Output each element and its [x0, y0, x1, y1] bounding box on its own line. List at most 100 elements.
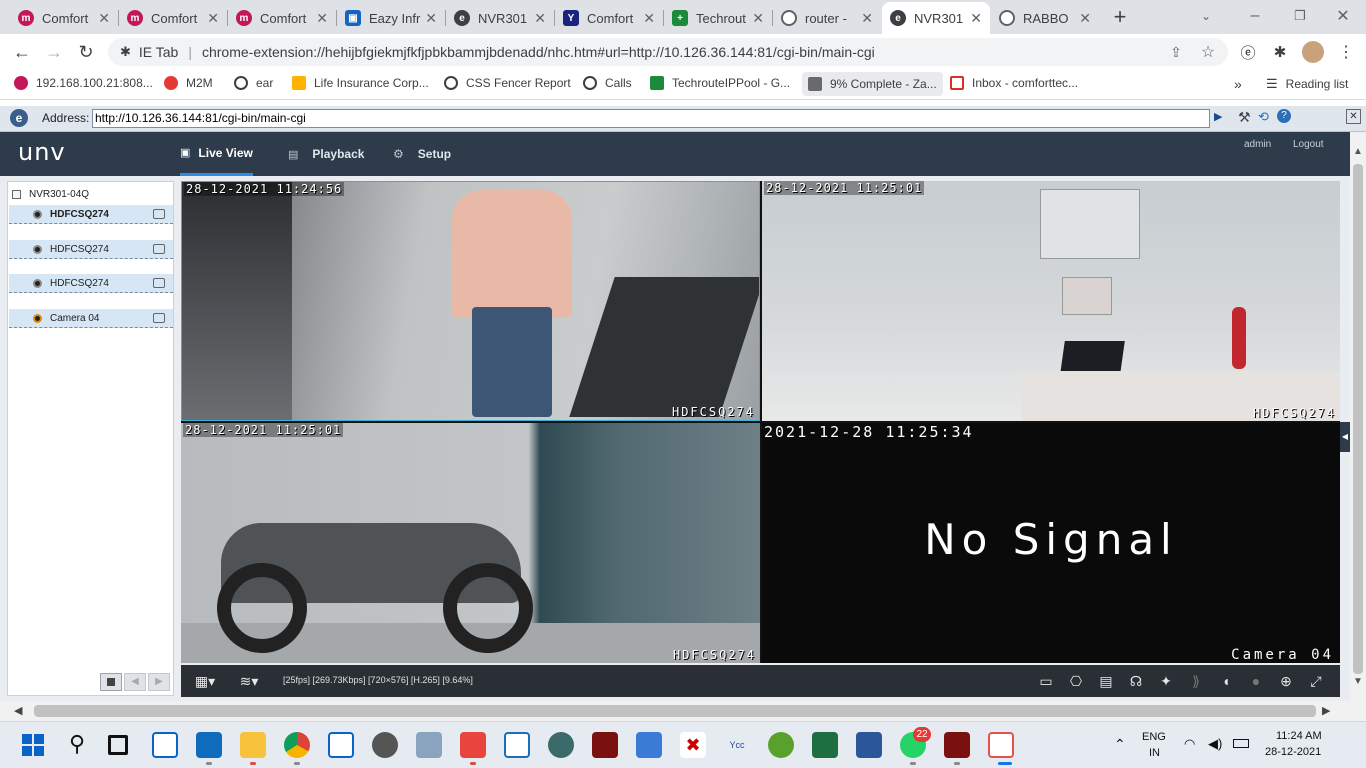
video-pane[interactable]: 28-12-2021 11:25:01 HDFCSQ274	[181, 423, 760, 663]
task-view-icon[interactable]	[108, 735, 128, 755]
browser-tab[interactable]: + Techrout ✕	[664, 2, 772, 34]
nav-live-view[interactable]: ▣ Live View	[180, 132, 253, 176]
clock-date[interactable]: 28-12-2021	[1265, 746, 1321, 758]
forward-arrow-icon[interactable]: →	[42, 40, 66, 64]
browser-tab[interactable]: ▣ Eazy Infr ✕	[337, 2, 445, 34]
extensions-puzzle-icon[interactable]: ✱	[1270, 42, 1290, 62]
extension-e-icon[interactable]: ⓔ	[1238, 42, 1258, 62]
scroll-up-arrow-icon[interactable]: ▲	[1353, 146, 1363, 157]
profile-avatar[interactable]	[1302, 41, 1324, 63]
microphone-icon[interactable]: ●	[1248, 673, 1264, 689]
close-ie-bar-icon[interactable]: ✕	[1346, 109, 1361, 124]
menu-kebab-icon[interactable]: ⋮	[1336, 42, 1356, 62]
record-icon[interactable]	[153, 278, 165, 288]
digital-zoom-icon[interactable]: ⟫	[1188, 673, 1204, 689]
logo-app-icon[interactable]: Ycc	[724, 732, 750, 758]
minimize-window-icon[interactable]: –	[1240, 4, 1270, 28]
next-page-arrow-icon[interactable]: ▶	[148, 673, 170, 691]
browser-tab[interactable]: router - ✕	[773, 2, 881, 34]
wifi-icon[interactable]: ◠	[1184, 736, 1195, 752]
fullscreen-icon[interactable]: ⤢	[1308, 673, 1324, 689]
headset-icon[interactable]: ☊	[1128, 673, 1144, 689]
scroll-thumb[interactable]	[34, 705, 1316, 717]
battery-icon[interactable]	[1233, 739, 1249, 748]
stop-all-button[interactable]	[100, 673, 122, 691]
calculator-icon[interactable]	[636, 732, 662, 758]
video-pane-no-signal[interactable]: 2021-12-28 11:25:34 No Signal Camera 04	[762, 423, 1340, 663]
snipping-tool-icon[interactable]	[988, 732, 1014, 758]
record-icon[interactable]	[153, 313, 165, 323]
show-hidden-icons-chevron-icon[interactable]: ⌃	[1114, 736, 1126, 753]
browser-tab[interactable]: m Comfort ✕	[119, 2, 227, 34]
excel-icon[interactable]	[812, 732, 838, 758]
notepad-icon[interactable]	[856, 732, 882, 758]
omnibox[interactable]: ✱ IE Tab | chrome-extension://hehijbfgie…	[108, 38, 1228, 66]
close-tab-icon[interactable]: ✕	[861, 10, 873, 27]
close-window-icon[interactable]: ✕	[1328, 4, 1358, 28]
close-tab-icon[interactable]: ✕	[98, 10, 110, 27]
camera-item[interactable]: HDFCSQ274	[9, 205, 173, 224]
bookmark-item[interactable]: Inbox - comforttec...	[950, 76, 1078, 90]
tab-search-chevron-icon[interactable]: ⌄	[1196, 6, 1216, 26]
bookmark-item[interactable]: Life Insurance Corp...	[292, 76, 429, 90]
record-icon[interactable]	[153, 244, 165, 254]
close-tab-icon[interactable]: ✕	[207, 10, 219, 27]
bookmark-item[interactable]: M2M	[164, 76, 213, 90]
close-tab-icon[interactable]: ✕	[643, 10, 655, 27]
file-explorer-icon[interactable]	[240, 732, 266, 758]
browser-tab[interactable]: RABBO ✕	[991, 2, 1099, 34]
camera-snapshot-icon[interactable]: ⎔	[1068, 673, 1084, 689]
scroll-left-arrow-icon[interactable]: ◀	[14, 704, 22, 717]
chrome-icon[interactable]	[284, 732, 310, 758]
more-bookmarks-chevron-icon[interactable]: »	[1234, 76, 1242, 92]
android-app-icon[interactable]	[768, 732, 794, 758]
close-tab-icon[interactable]: ✕	[425, 10, 437, 27]
search-icon[interactable]: ⚲	[64, 732, 90, 758]
vertical-scrollbar[interactable]: ▲ ▼	[1350, 132, 1366, 701]
anydesk-icon[interactable]	[460, 732, 486, 758]
speaker-icon[interactable]: ◀)	[1208, 736, 1222, 752]
options-icon[interactable]: ⟲	[1258, 109, 1269, 125]
close-tab-icon[interactable]: ✕	[316, 10, 328, 27]
dvr-app-icon[interactable]	[944, 732, 970, 758]
language-code[interactable]: ENG	[1142, 731, 1166, 743]
share-icon[interactable]: ⇪	[1166, 42, 1186, 62]
clock-time[interactable]: 11:24 AM	[1276, 730, 1322, 742]
start-windows-icon[interactable]	[20, 732, 46, 758]
browser-tab[interactable]: m Comfort ✕	[10, 2, 118, 34]
nav-playback[interactable]: ▤ Playback	[288, 132, 364, 176]
new-tab-plus-icon[interactable]: +	[1108, 4, 1132, 30]
scroll-down-arrow-icon[interactable]: ▼	[1353, 676, 1363, 687]
antivirus-icon[interactable]: ✖	[680, 732, 706, 758]
tools-icon[interactable]: ⚒	[1238, 109, 1251, 126]
camera-item[interactable]: HDFCSQ274	[9, 240, 173, 259]
app-window-icon[interactable]	[328, 732, 354, 758]
dvr-app-icon[interactable]	[592, 732, 618, 758]
scroll-thumb[interactable]	[1353, 164, 1363, 674]
horizontal-scrollbar[interactable]: ◀ ▶	[0, 701, 1366, 721]
close-tab-icon[interactable]: ✕	[534, 10, 546, 27]
close-tab-icon[interactable]: ✕	[1079, 10, 1091, 27]
remote-desktop-icon[interactable]	[504, 732, 530, 758]
language-region[interactable]: IN	[1149, 747, 1160, 759]
go-arrow-icon[interactable]: ▶	[1214, 110, 1222, 123]
volume-icon[interactable]: ◖	[1218, 673, 1234, 689]
video-pane[interactable]: 28-12-2021 11:25:01 HDFCSQ274	[762, 181, 1340, 421]
close-tab-icon[interactable]: ✕	[752, 10, 764, 27]
bookmark-item[interactable]: Calls	[583, 76, 632, 90]
bookmark-item[interactable]: 9% Complete - Za...	[802, 72, 943, 96]
restore-window-icon[interactable]: ❐	[1285, 4, 1315, 28]
ie-address-input[interactable]: http://10.126.36.144:81/cgi-bin/main-cgi	[92, 109, 1210, 128]
zoom-icon[interactable]: ⊕	[1278, 673, 1294, 689]
omnibox-url[interactable]: chrome-extension://hehijbfgiekmjfkfjpbkb…	[202, 44, 875, 60]
layout-grid-icon[interactable]: ▦▾	[191, 673, 219, 689]
snapshot-folder-icon[interactable]: ▭	[1038, 673, 1054, 689]
record-icon[interactable]	[153, 209, 165, 219]
collapse-panel-arrow-icon[interactable]: ◀	[1340, 422, 1350, 452]
close-tab-icon[interactable]: ✕	[970, 10, 982, 27]
scroll-right-arrow-icon[interactable]: ▶	[1322, 704, 1330, 717]
stream-type-icon[interactable]: ≋▾	[233, 673, 265, 689]
device-node[interactable]: NVR301-04Q	[12, 189, 89, 200]
reading-list[interactable]: ☰ Reading list	[1266, 76, 1348, 92]
logout-link[interactable]: Logout	[1293, 139, 1324, 150]
